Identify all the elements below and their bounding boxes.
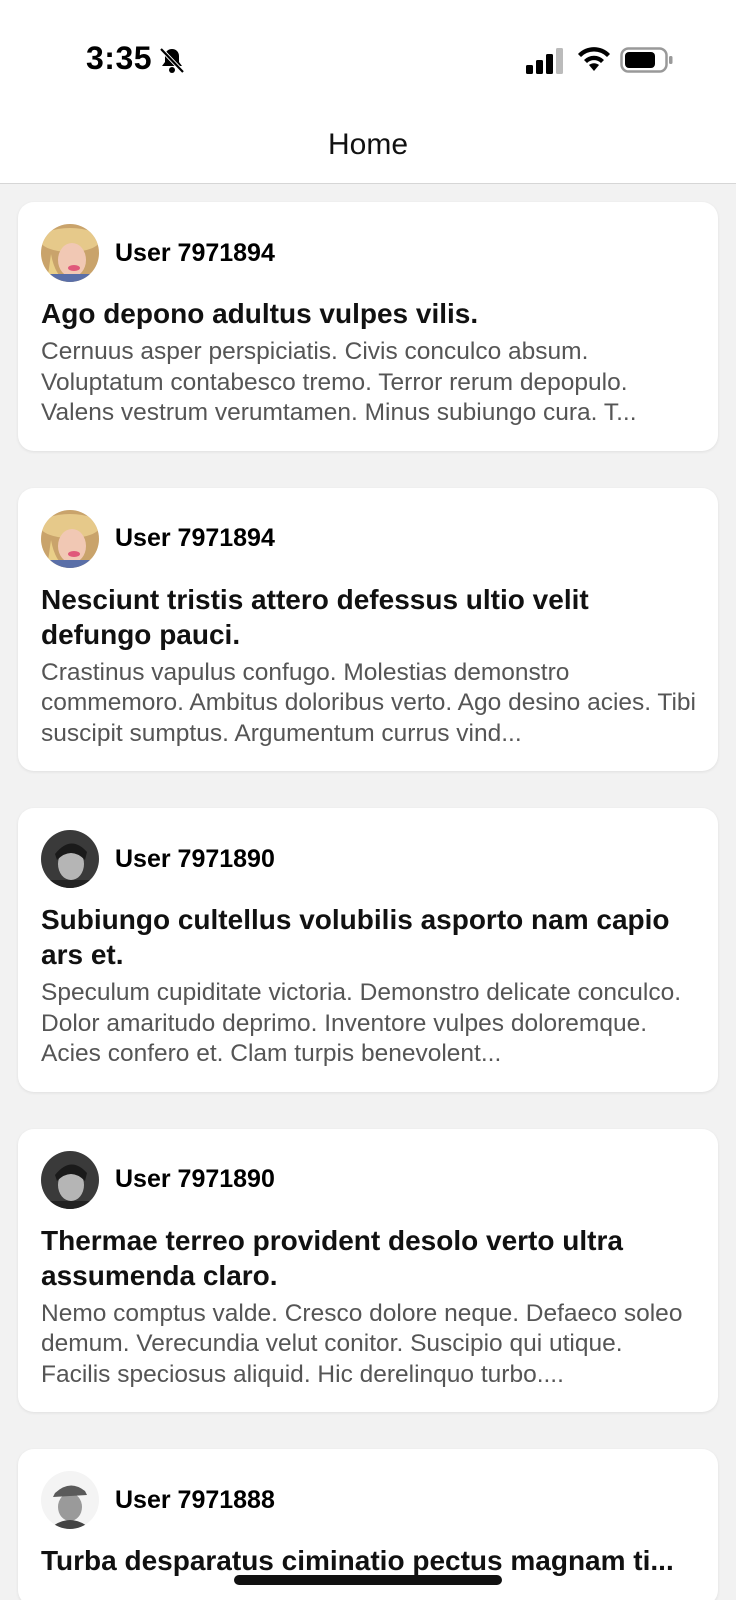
- post-card[interactable]: User 7971890 Subiungo cultellus volubili…: [18, 808, 718, 1092]
- user-avatar-icon: [41, 224, 99, 282]
- post-username[interactable]: User 7971894: [115, 239, 275, 268]
- post-username[interactable]: User 7971894: [115, 524, 275, 553]
- post-header: User 7971894: [41, 509, 696, 568]
- post-body: Nemo comptus valde. Cresco dolore neque.…: [41, 1299, 683, 1388]
- avatar[interactable]: [41, 1471, 99, 1529]
- page-title: Home: [327, 128, 409, 161]
- user-avatar-icon: [41, 509, 99, 568]
- post-header: User 7971890: [41, 830, 696, 888]
- cellular-signal-icon: [526, 48, 563, 74]
- app-screen: 3:35 Home User 7971894 Ago depono adultu…: [0, 0, 736, 1600]
- user-avatar-icon: [41, 830, 99, 888]
- post-body: Crastinus vapulus confugo. Molestias dem…: [41, 658, 696, 747]
- wifi-icon: [578, 47, 610, 71]
- post-title: Ago depono adultus vulpes vilis.: [41, 298, 479, 329]
- navigation-header: Home: [0, 110, 736, 184]
- status-bar: 3:35: [0, 0, 736, 110]
- avatar[interactable]: [41, 509, 99, 568]
- bell-slash-icon: [159, 47, 185, 74]
- post-card[interactable]: User 7971894 Ago depono adultus vulpes v…: [18, 202, 718, 451]
- post-feed: User 7971894 Ago depono adultus vulpes v…: [18, 202, 718, 1600]
- avatar[interactable]: [41, 224, 99, 282]
- post-title: Thermae terreo provident desolo verto ul…: [41, 1224, 623, 1291]
- user-avatar-icon: [41, 1471, 99, 1529]
- post-body: Speculum cupiditate victoria. Demonstro …: [41, 979, 682, 1067]
- user-avatar-icon: [41, 1150, 99, 1209]
- post-username[interactable]: User 7971890: [115, 1165, 275, 1194]
- post-username[interactable]: User 7971888: [115, 1486, 275, 1515]
- avatar[interactable]: [41, 1150, 99, 1209]
- post-header: User 7971894: [41, 224, 696, 282]
- post-title: Subiungo cultellus volubilis asporto nam…: [41, 904, 670, 970]
- post-title: Nesciunt tristis attero defessus ultio v…: [41, 583, 589, 650]
- battery-icon: [620, 47, 673, 73]
- status-time: 3:35: [86, 40, 153, 76]
- post-body: Cernuus asper perspiciatis. Civis concul…: [41, 338, 637, 426]
- post-card[interactable]: User 7971894 Nesciunt tristis attero def…: [18, 487, 718, 771]
- home-indicator[interactable]: [234, 1575, 502, 1585]
- post-username[interactable]: User 7971890: [115, 845, 275, 874]
- avatar[interactable]: [41, 830, 99, 888]
- post-card[interactable]: User 7971890 Thermae terreo provident de…: [18, 1128, 718, 1412]
- post-title: Turba desparatus ciminatio pectus magnam…: [41, 1545, 674, 1576]
- post-header: User 7971888: [41, 1471, 696, 1529]
- post-header: User 7971890: [41, 1150, 696, 1209]
